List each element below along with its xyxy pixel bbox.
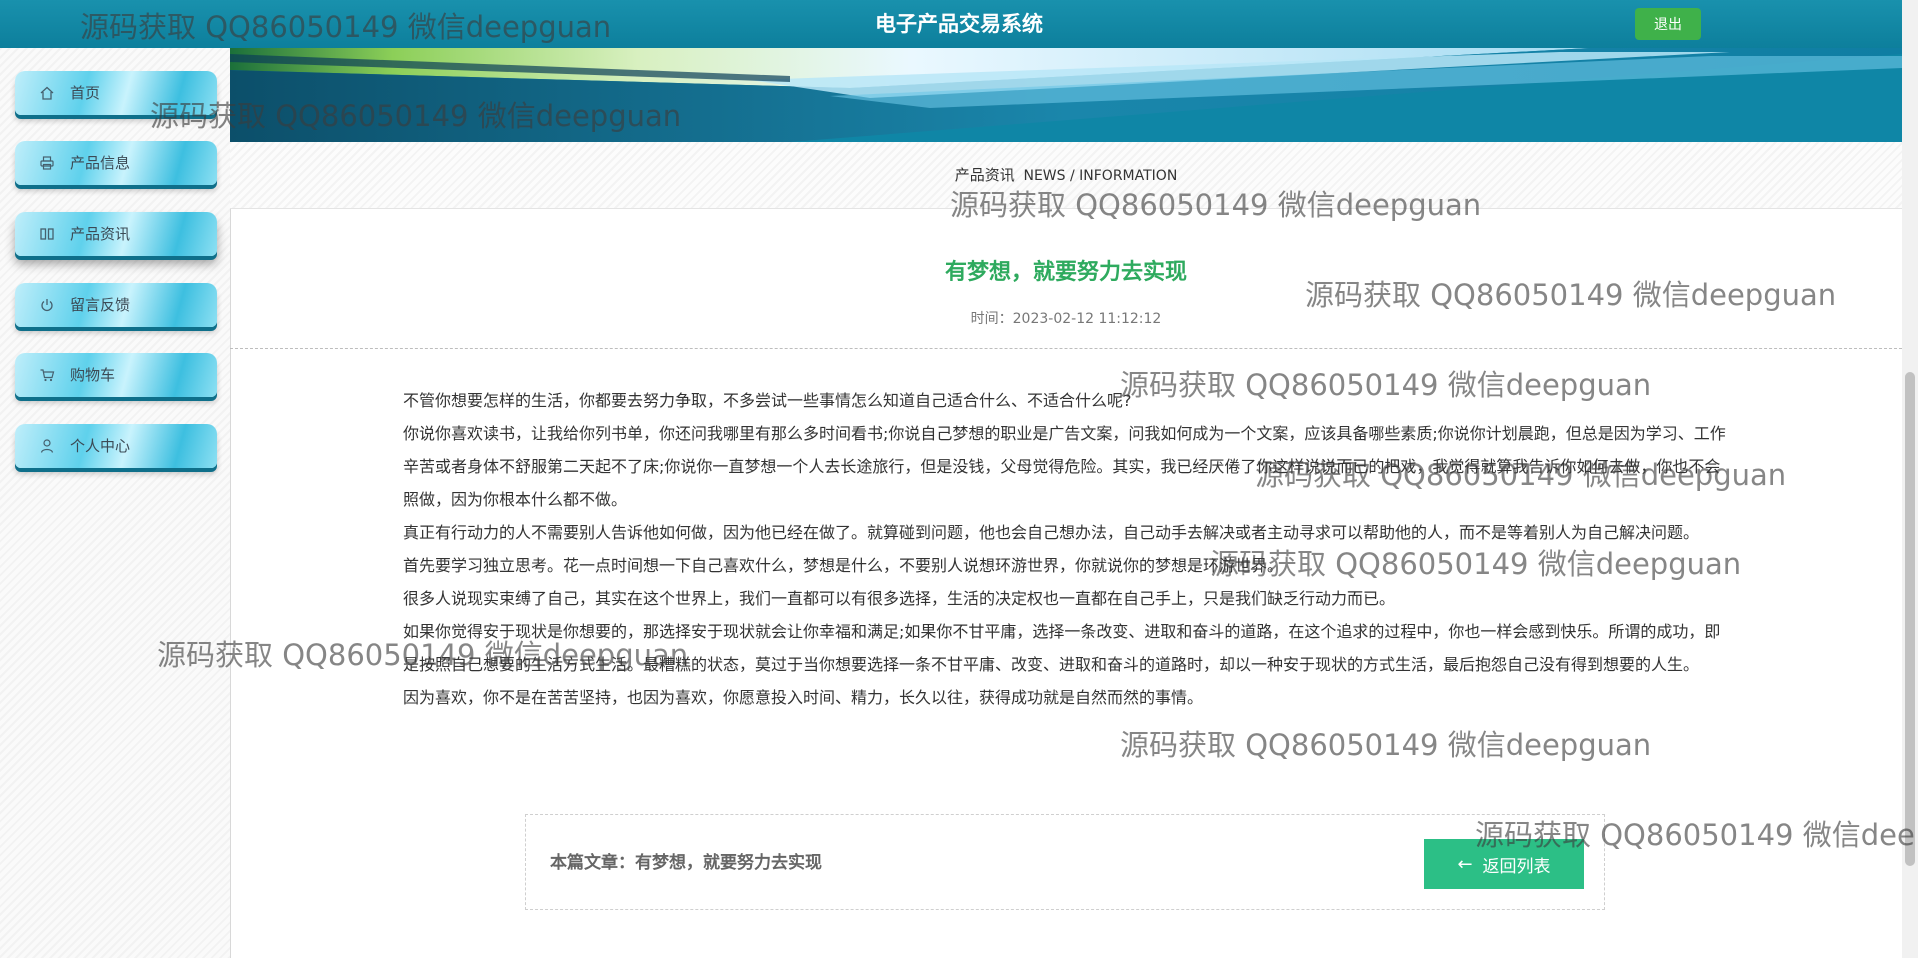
printer-icon	[37, 153, 57, 173]
article-content: 不管你想要怎样的生活，你都要去努力争取，不多尝试一些事情怎么知道自己适合什么、不…	[403, 384, 1728, 714]
logout-button[interactable]: 退出	[1635, 8, 1701, 40]
sidebar-item-feedback[interactable]: 留言反馈	[15, 283, 217, 327]
sidebar-item-label: 购物车	[70, 366, 116, 384]
time-value: 2023-02-12 11:12:12	[1012, 311, 1162, 327]
section-header: 产品资讯 NEWS / INFORMATION	[230, 142, 1902, 209]
sidebar-item-profile[interactable]: 个人中心	[15, 424, 217, 468]
article-paragraph: 因为喜欢，你不是在苦苦坚持，也因为喜欢，你愿意投入时间、精力，长久以往，获得成功…	[403, 688, 1204, 707]
watermark: 源码获取 QQ86050149 微信deepguan	[1120, 728, 1652, 762]
article-footer: 本篇文章：有梦想，就要努力去实现 ← 返回列表	[525, 814, 1605, 910]
power-icon	[37, 295, 57, 315]
top-header: 电子产品交易系统 退出	[0, 0, 1918, 48]
cart-icon	[37, 365, 57, 385]
article-time: 时间：2023-02-12 11:12:12	[230, 308, 1902, 328]
sidebar-item-label: 个人中心	[70, 437, 131, 455]
sidebar-item-label: 产品信息	[70, 154, 131, 172]
article-paragraph: 你说你喜欢读书，让我给你列书单，你还问我哪里有那么多时间看书;你说自己梦想的职业…	[403, 424, 1726, 509]
banner-image	[230, 48, 1902, 142]
divider	[230, 348, 1902, 349]
columns-icon	[37, 224, 57, 244]
sidebar-item-news[interactable]: 产品资讯	[15, 212, 217, 256]
article-paragraph: 首先要学习独立思考。花一点时间想一下自己喜欢什么，梦想是什么，不要别人说想环游世…	[403, 556, 1284, 575]
scrollbar-thumb[interactable]	[1905, 372, 1915, 866]
sidebar-item-label: 首页	[70, 84, 101, 102]
user-icon	[37, 436, 57, 456]
time-label: 时间：	[970, 311, 1013, 327]
arrow-left-icon: ←	[1457, 853, 1473, 875]
section-subtitle: NEWS / INFORMATION	[1023, 168, 1178, 184]
sidebar-item-label: 产品资讯	[70, 225, 131, 243]
section-label: 产品资讯	[954, 166, 1015, 184]
article-paragraph: 真正有行动力的人不需要别人告诉他如何做，因为他已经在做了。就算碰到问题，他也会自…	[403, 523, 1700, 542]
back-to-list-button[interactable]: ← 返回列表	[1424, 839, 1584, 889]
app-title: 电子产品交易系统	[875, 12, 1043, 36]
vertical-scrollbar[interactable]	[1902, 0, 1918, 958]
section-title: 产品资讯 NEWS / INFORMATION	[230, 164, 1902, 185]
current-article-label: 本篇文章：有梦想，就要努力去实现	[550, 853, 822, 873]
article-paragraph: 不管你想要怎样的生活，你都要去努力争取，不多尝试一些事情怎么知道自己适合什么、不…	[403, 391, 1132, 410]
sidebar-item-label: 留言反馈	[70, 296, 131, 314]
sidebar: 首页 产品信息 产品资讯 留言反馈 购物车 个人中心	[0, 48, 231, 958]
sidebar-item-cart[interactable]: 购物车	[15, 353, 217, 397]
sidebar-item-products[interactable]: 产品信息	[15, 141, 217, 185]
article-paragraph: 如果你觉得安于现状是你想要的，那选择安于现状就会让你幸福和满足;如果你不甘平庸，…	[403, 622, 1721, 674]
article-title: 有梦想，就要努力去实现	[944, 260, 1187, 285]
home-icon	[37, 83, 57, 103]
article-paragraph: 很多人说现实束缚了自己，其实在这个世界上，我们一直都可以有很多选择，生活的决定权…	[403, 589, 1396, 608]
sidebar-item-home[interactable]: 首页	[15, 71, 217, 115]
back-label: 返回列表	[1482, 856, 1551, 877]
